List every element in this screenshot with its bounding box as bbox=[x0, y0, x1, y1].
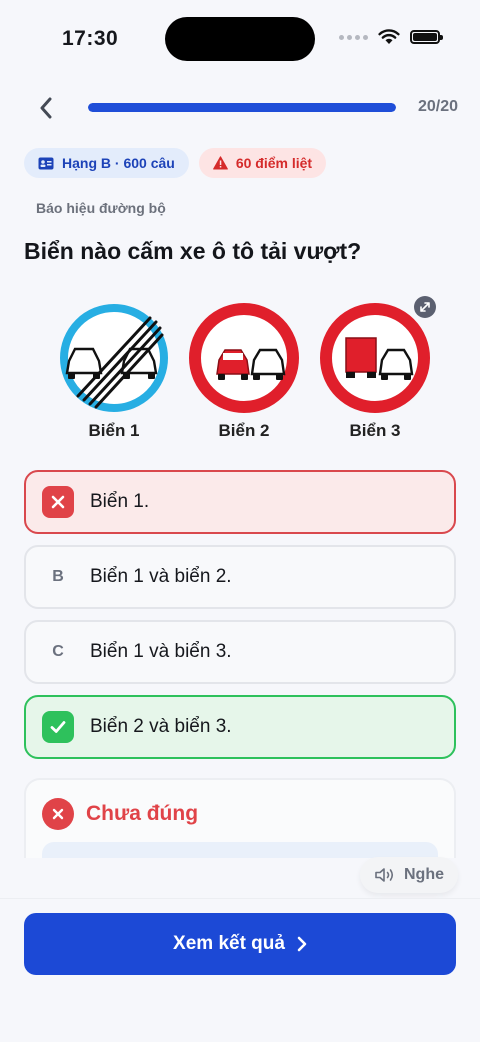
explanation-box bbox=[42, 842, 438, 858]
sign-1 bbox=[60, 304, 168, 412]
answer-option-text: Biển 2 và biển 3. bbox=[90, 716, 232, 737]
chevron-left-icon bbox=[40, 97, 52, 119]
answer-option-text: Biển 1 và biển 3. bbox=[90, 641, 232, 662]
signal-icon bbox=[339, 34, 368, 40]
answer-option-a[interactable]: Biển 1. bbox=[24, 470, 456, 534]
wifi-icon bbox=[378, 29, 400, 44]
question-category: Báo hiệu đường bộ bbox=[36, 200, 166, 216]
sign-2 bbox=[189, 303, 299, 413]
answer-option-b[interactable]: B Biển 1 và biển 2. bbox=[24, 545, 456, 609]
status-time: 17:30 bbox=[62, 27, 119, 50]
answer-option-d[interactable]: Biển 2 và biển 3. bbox=[24, 695, 456, 759]
answer-option-letter: C bbox=[52, 643, 64, 660]
badge-row: Hạng B · 600 câu 60 điểm liệt bbox=[24, 148, 327, 178]
license-badge-label: Hạng B · 600 câu bbox=[62, 155, 175, 171]
quiz-header: 20/20 bbox=[0, 88, 480, 128]
dynamic-island bbox=[165, 17, 315, 61]
speaker-icon bbox=[375, 868, 394, 882]
answer-option-text: Biển 1. bbox=[90, 491, 150, 512]
expand-image-button[interactable] bbox=[414, 296, 436, 318]
warning-icon bbox=[212, 156, 228, 170]
answer-option-c[interactable]: C Biển 1 và biển 3. bbox=[24, 620, 456, 684]
progress-bar bbox=[88, 103, 396, 112]
status-icons bbox=[339, 29, 443, 45]
result-title: Chưa đúng bbox=[86, 802, 199, 825]
answer-option-text: Biển 1 và biển 2. bbox=[90, 566, 232, 587]
progress-count: 20/20 bbox=[417, 98, 458, 115]
sign-1-label: Biển 1 bbox=[88, 421, 139, 440]
expand-icon bbox=[420, 302, 430, 312]
view-results-button[interactable]: Xem kết quả bbox=[24, 913, 456, 975]
result-header: Chưa đúng bbox=[42, 798, 198, 830]
back-button[interactable] bbox=[30, 92, 62, 124]
fail-points-badge: 60 điểm liệt bbox=[198, 148, 327, 178]
battery-icon bbox=[410, 30, 443, 44]
check-mark-icon bbox=[42, 711, 74, 743]
status-bar: 17:30 bbox=[0, 0, 480, 80]
listen-button[interactable]: Nghe bbox=[360, 857, 458, 893]
error-icon bbox=[42, 798, 74, 830]
traffic-signs-image: Biển 1 Biển 2 Biển 3 bbox=[60, 303, 430, 440]
sign-3 bbox=[320, 303, 430, 413]
chevron-right-icon bbox=[297, 936, 307, 952]
fail-points-badge-label: 60 điểm liệt bbox=[235, 155, 313, 171]
license-badge: Hạng B · 600 câu bbox=[24, 148, 189, 178]
answer-option-letter: B bbox=[52, 568, 64, 585]
wrong-mark-icon bbox=[42, 486, 74, 518]
listen-label: Nghe bbox=[404, 866, 444, 883]
sign-3-label: Biển 3 bbox=[349, 421, 400, 440]
progress-bar-fill bbox=[88, 103, 396, 112]
question-text: Biển nào cấm xe ô tô tải vượt? bbox=[24, 238, 362, 264]
result-card: Chưa đúng bbox=[24, 778, 456, 858]
id-card-icon bbox=[38, 157, 54, 169]
sign-2-label: Biển 2 bbox=[218, 421, 269, 440]
view-results-label: Xem kết quả bbox=[173, 933, 285, 954]
